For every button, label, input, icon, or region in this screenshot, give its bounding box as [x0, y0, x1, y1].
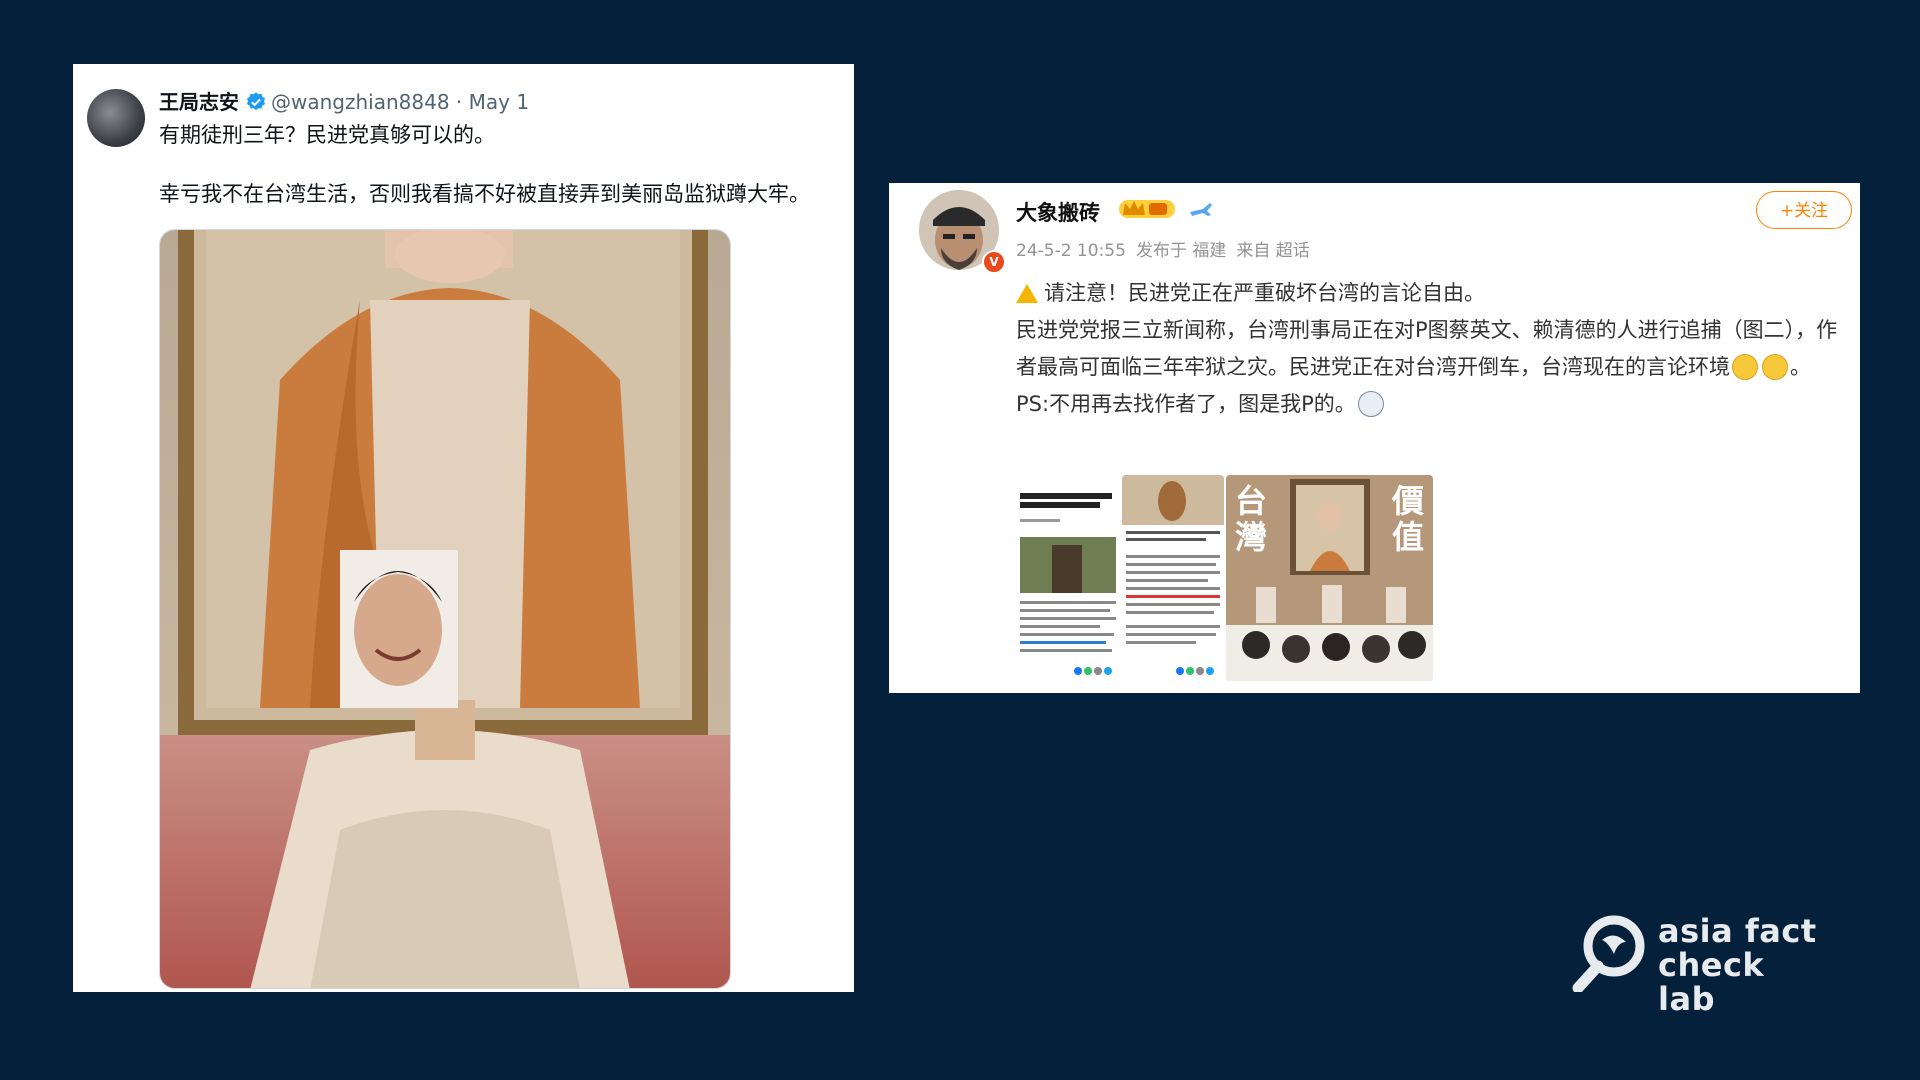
weibo-para-2-end: 。 — [1790, 355, 1811, 379]
weibo-post-text: 请注意！民进党正在严重破坏台湾的言论自由。 民进党党报三立新闻称，台湾刑事局正在… — [1016, 275, 1846, 423]
sad-face-icon — [1732, 354, 1758, 380]
follow-button[interactable]: +关注 — [1756, 191, 1852, 229]
tweet-header: 王局志安 @wangzhian8848 · May 1 — [159, 86, 529, 115]
weibo-para-3-text: PS:不用再去找作者了，图是我P的。 — [1016, 392, 1356, 416]
tweet-text-line1: 有期徒刑三年？民进党真够可以的。 — [159, 123, 495, 147]
weibo-para-2: 民进党党报三立新闻称，台湾刑事局正在对P图蔡英文、赖清德的人进行追捕（图二），作… — [1016, 312, 1846, 386]
shocked-face-icon — [1357, 391, 1384, 417]
news-screenshot-image — [1016, 475, 1120, 681]
tweet-text-line2: 幸亏我不在台湾生活，否则我看搞不好被直接弄到美丽岛监狱蹲大牢。 — [159, 182, 810, 206]
weibo-card: V 大象搬砖 +关注 24-5-2 10:55 发布于 福建 来自 超话 请注意！民… — [889, 183, 1860, 693]
weibo-post-source[interactable]: 来自 超话 — [1236, 241, 1309, 261]
weibo-image-3[interactable]: 台灣 價值 — [1226, 475, 1433, 681]
magnifier-logo-icon — [1572, 915, 1645, 994]
news-screenshot-image — [1122, 475, 1224, 681]
weibo-image-1[interactable] — [1016, 475, 1120, 681]
weibo-para-2-text: 民进党党报三立新闻称，台湾刑事局正在对P图蔡英文、赖清德的人进行追捕（图二），作… — [1016, 318, 1838, 379]
weibo-image-2[interactable] — [1122, 475, 1224, 681]
tweet-author-name[interactable]: 王局志安 — [159, 90, 239, 114]
tweet-card: 王局志安 @wangzhian8848 · May 1 有期徒刑三年？民进党真够可… — [73, 64, 854, 992]
weibo-post-time[interactable]: 24-5-2 10:55 — [1016, 241, 1126, 261]
sad-face-icon — [1762, 354, 1788, 380]
tweet-photo[interactable] — [159, 229, 731, 989]
poster-text-right: 價值 — [1391, 482, 1424, 556]
logo-text-line1: asia fact — [1658, 912, 1817, 950]
logo-text-line2: check lab — [1658, 946, 1765, 1018]
weibo-meta: 24-5-2 10:55 发布于 福建 来自 超话 — [1016, 236, 1320, 261]
weibo-para-1: 请注意！民进党正在严重破坏台湾的言论自由。 — [1016, 275, 1846, 312]
member-crown-icon — [1119, 200, 1175, 218]
tweet-avatar[interactable] — [87, 89, 145, 147]
tweet-handle[interactable]: @wangzhian8848 — [271, 90, 450, 114]
tweet-separator: · — [455, 90, 463, 114]
logo-text: asia fact check lab — [1658, 914, 1830, 1016]
weibo-author-name[interactable]: 大象搬砖 — [1016, 197, 1100, 227]
tweet-date[interactable]: May 1 — [469, 90, 529, 114]
verified-badge-icon — [247, 92, 265, 111]
weibo-para-1-text: 请注意！民进党正在严重破坏台湾的言论自由。 — [1044, 281, 1485, 305]
tweet-photo-image — [160, 230, 730, 988]
level-plane-icon — [1190, 203, 1212, 216]
asia-fact-check-lab-logo: asia fact check lab — [1570, 912, 1830, 1016]
poster-text-left: 台灣 — [1234, 482, 1267, 556]
weibo-para-3: PS:不用再去找作者了，图是我P的。 — [1016, 386, 1846, 423]
weibo-post-location: 发布于 福建 — [1135, 241, 1227, 261]
warning-icon — [1016, 284, 1038, 303]
verified-v-icon: V — [982, 250, 1006, 274]
